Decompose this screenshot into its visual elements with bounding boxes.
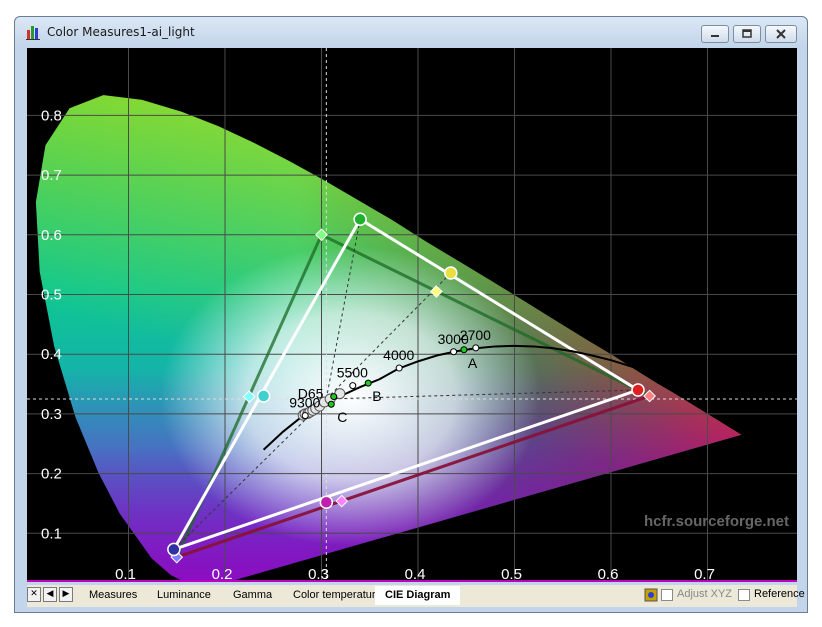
y-tick-label: 0.6 [41, 227, 62, 244]
reference-label: Reference [754, 588, 805, 600]
measured-red-point [631, 383, 645, 397]
cct-marker [301, 412, 309, 420]
y-tick-label: 0.3 [41, 406, 62, 423]
x-tick-label: 0.7 [694, 566, 715, 582]
illuminant-label: B [372, 388, 381, 404]
cie-chart[interactable]: 93005500400030002700D65CBA 0.1 0.2 0.3 0.4 0… [27, 48, 797, 582]
white-point-glow [160, 245, 541, 546]
prev-tab-button[interactable]: ◀ [43, 587, 57, 602]
x-tick-label: 0.2 [212, 566, 233, 582]
title-bar[interactable]: Color Measures1-ai_light [15, 17, 807, 49]
maximize-button[interactable] [733, 25, 761, 43]
tab-gamma[interactable]: Gamma [223, 586, 282, 605]
tab-luminance[interactable]: Luminance [147, 586, 221, 605]
y-tick-label: 0.5 [41, 287, 62, 304]
cct-marker [349, 382, 357, 390]
adjust-xyz-checkbox[interactable] [661, 589, 673, 601]
color-picker-icon[interactable] [644, 588, 658, 602]
close-tab-button[interactable]: ✕ [27, 587, 41, 602]
tab-measures[interactable]: Measures [79, 586, 147, 605]
illuminant-marker [364, 379, 372, 387]
cct-label: 2700 [460, 327, 491, 343]
illuminant-marker [460, 346, 468, 354]
minimize-icon [711, 35, 719, 37]
illuminant-label: D65 [298, 386, 324, 402]
locus-fill [35, 95, 742, 582]
measured-cyan-point [256, 389, 271, 403]
minimize-button[interactable] [701, 25, 729, 43]
tab-bar: ✕ ◀ ▶ Measures Luminance Gamma Color tem… [27, 585, 805, 607]
spectral-locus [35, 95, 742, 582]
tab-cie-diagram[interactable]: CIE Diagram [375, 586, 461, 605]
illuminant-label: C [337, 409, 347, 425]
cct-label: 5500 [337, 365, 368, 381]
cct-marker [472, 344, 480, 352]
x-tick-label: 0.1 [115, 566, 136, 582]
measured-magenta-point [319, 495, 334, 510]
next-tab-button[interactable]: ▶ [59, 587, 73, 602]
close-button[interactable] [765, 25, 797, 43]
measured-yellow-point [444, 266, 458, 280]
illuminant-marker [330, 393, 338, 401]
illuminant-marker [327, 400, 335, 408]
watermark-text: hcfr.sourceforge.net [644, 513, 789, 530]
x-tick-label: 0.6 [598, 566, 619, 582]
x-tick-label: 0.5 [501, 566, 522, 582]
x-tick-label: 0.3 [308, 566, 329, 582]
measured-green-point [353, 212, 367, 227]
maximize-icon [742, 29, 752, 38]
y-tick-label: 0.4 [41, 346, 62, 363]
cie-diagram-plot[interactable]: 9300 5500 4000 3000 2700 D65 C B A 0.1 0.2 0.3 0.4 0… [27, 48, 797, 582]
chart-app-icon [26, 26, 40, 40]
illuminant-label: A [468, 355, 478, 371]
x-tick-label: 0.4 [405, 566, 426, 582]
reference-checkbox[interactable] [738, 589, 750, 601]
adjust-xyz-label: Adjust XYZ [677, 588, 733, 600]
cct-marker [450, 348, 458, 356]
y-tick-label: 0.7 [41, 167, 62, 184]
application-window: Color Measures1-ai_light 9300 5500 4000 … [14, 16, 808, 613]
window-title: Color Measures1-ai_light [47, 25, 195, 39]
y-tick-label: 0.8 [41, 107, 62, 124]
close-icon [776, 29, 786, 39]
y-tick-label: 0.2 [41, 466, 62, 483]
cct-marker [395, 364, 403, 372]
cct-label: 4000 [383, 347, 414, 363]
y-tick-label: 0.1 [41, 525, 62, 542]
measured-blue-point [167, 542, 181, 557]
